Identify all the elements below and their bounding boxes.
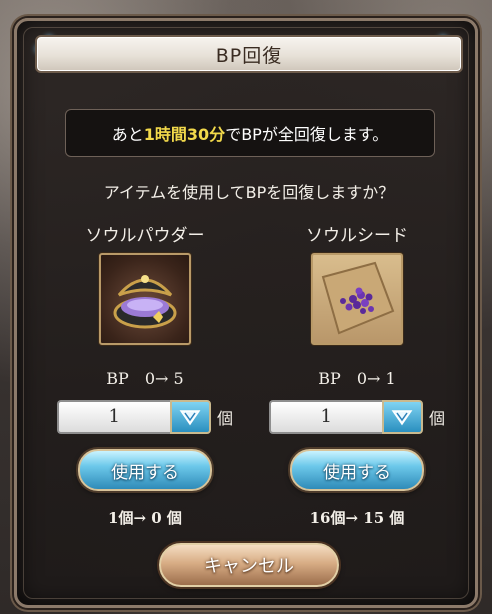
chevron-down-icon	[391, 410, 413, 426]
cancel-button[interactable]: キャンセル	[159, 543, 339, 587]
quantity-dropdown-button[interactable]	[169, 400, 211, 434]
use-item-question: アイテムを使用してBPを回復しますか？	[103, 183, 395, 202]
bp-change: BP 0→ 5	[106, 369, 184, 388]
quantity-stepper: 1 個	[269, 399, 445, 435]
bp-recovery-dialog: BP回復 あと 1時間30分 でBPが全回復します。 アイテムを使用してBPを回復し…	[14, 18, 478, 608]
quantity-dropdown-button[interactable]	[381, 400, 423, 434]
bp-change: BP 0→ 1	[318, 369, 396, 388]
item-count-change: 1個→ 0 個	[108, 509, 182, 527]
quantity-stepper: 1 個	[57, 399, 233, 435]
item-soul-powder: ソウルパウダー BP 0→ 5 1 個 使用する 1個→ 0 個	[45, 221, 245, 528]
bp-recovery-info: あと 1時間30分 でBPが全回復します。	[65, 109, 435, 157]
info-prefix: あと	[111, 125, 144, 144]
item-count-change: 16個→ 15 個	[309, 509, 405, 527]
use-soul-seed-button[interactable]: 使用する	[290, 449, 424, 491]
soul-powder-icon	[99, 253, 191, 345]
item-soul-seed: ソウルシード BP 0→ 1 1 個 使用する 16個→ 15 個	[257, 221, 457, 528]
soul-seed-icon	[311, 253, 403, 345]
quantity-unit: 個	[428, 409, 445, 428]
chevron-down-icon	[179, 410, 201, 426]
info-suffix: でBPが全回復します。	[225, 125, 389, 144]
quantity-field[interactable]: 1	[57, 400, 170, 434]
item-name: ソウルパウダー	[85, 226, 205, 246]
dialog-title: BP回復	[215, 44, 283, 67]
dialog-title-bar: BP回復	[35, 35, 463, 73]
item-name: ソウルシード	[306, 226, 408, 246]
info-time: 1時間30分	[143, 125, 226, 144]
quantity-field[interactable]: 1	[269, 400, 382, 434]
quantity-unit: 個	[216, 409, 233, 428]
use-soul-powder-button[interactable]: 使用する	[78, 449, 212, 491]
